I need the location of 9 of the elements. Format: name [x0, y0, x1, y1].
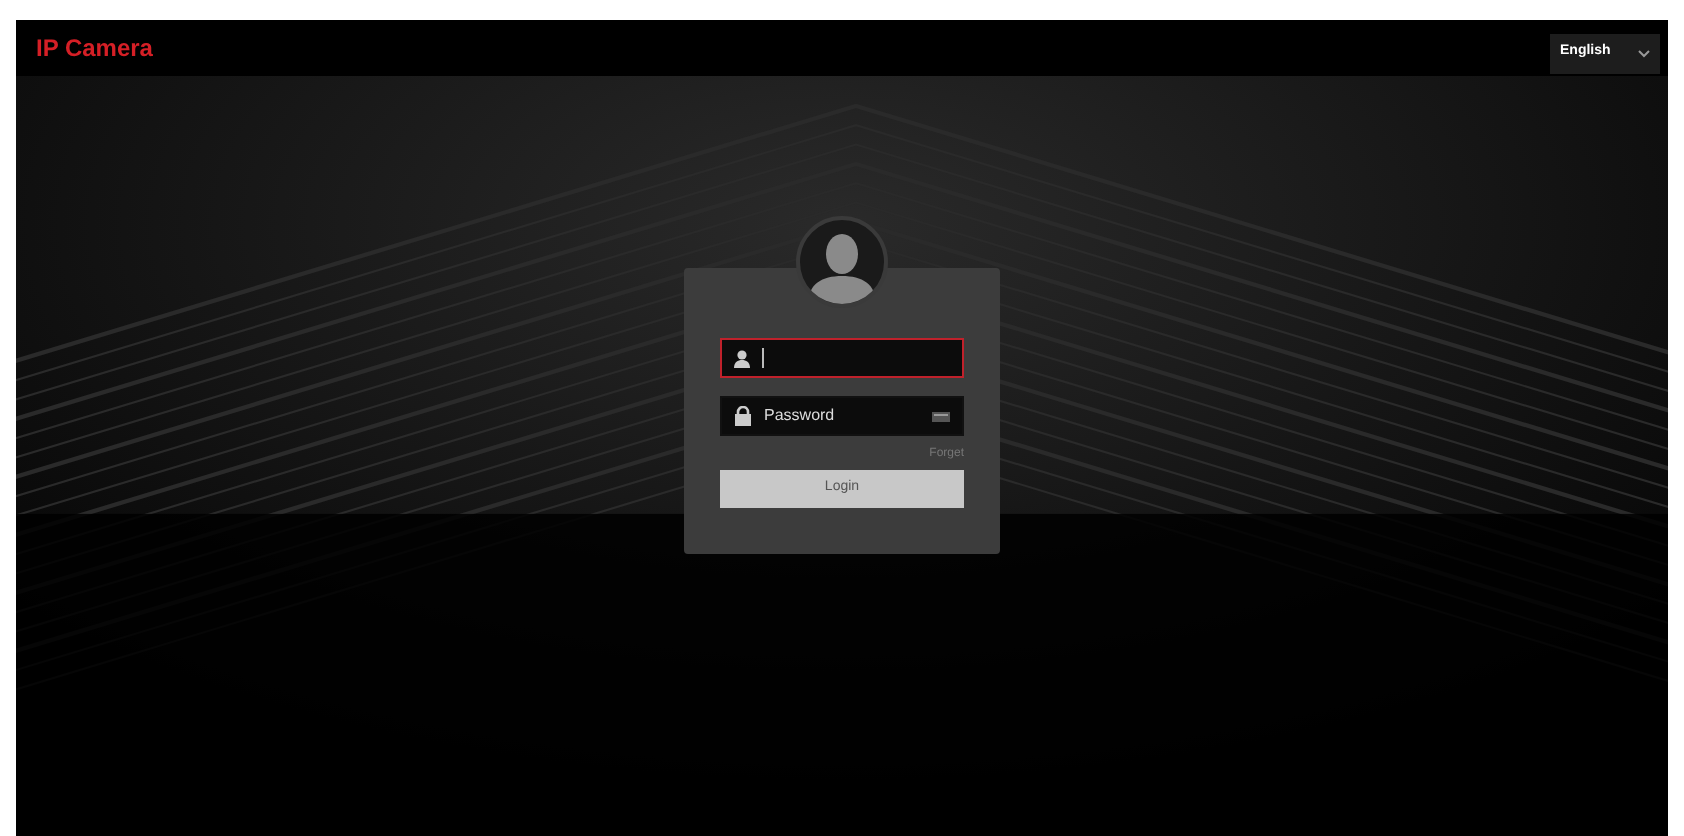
text-cursor [762, 348, 764, 368]
password-placeholder: Password [764, 404, 837, 428]
lock-icon [734, 406, 752, 426]
user-icon [734, 349, 750, 367]
logo-text: IP Camera [36, 32, 153, 66]
keyboard-icon [932, 411, 950, 421]
password-field[interactable]: Password [720, 396, 964, 436]
username-field[interactable] [720, 338, 964, 378]
chevron-down-icon [1638, 49, 1650, 57]
